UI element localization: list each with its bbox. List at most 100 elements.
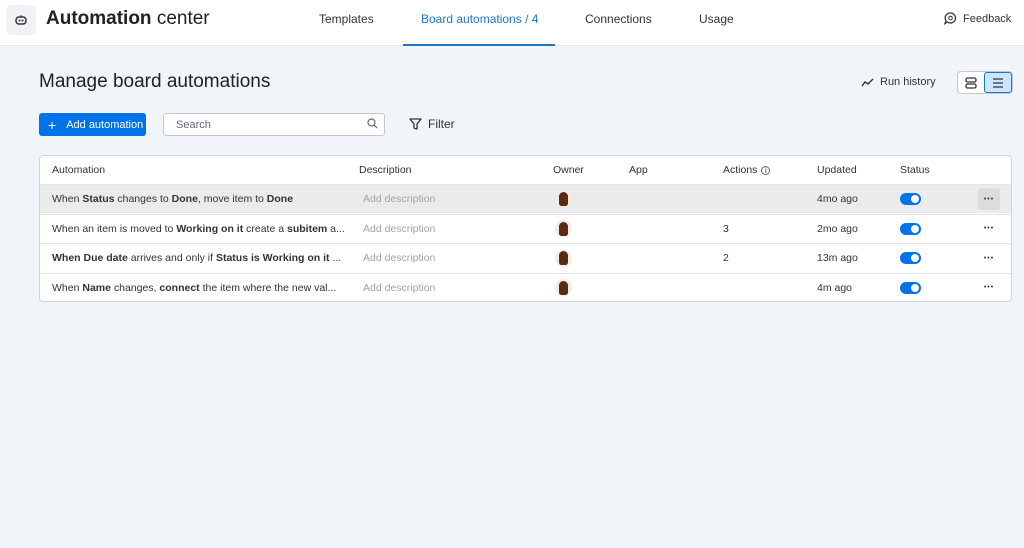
- more-cell: •••: [978, 244, 1000, 272]
- automation-text-segment: When: [52, 193, 83, 205]
- avatar: [555, 220, 572, 237]
- automation-text-segment: a...: [327, 222, 345, 235]
- owner-cell: [555, 274, 572, 302]
- automation-text-segment: Status: [82, 193, 115, 205]
- avatar: [555, 249, 572, 267]
- status-cell: [900, 215, 921, 243]
- more-options-icon[interactable]: •••: [978, 188, 1000, 210]
- top-header: Automation center Templates Board automa…: [0, 0, 1024, 46]
- automation-text-segment: , move item to: [197, 193, 267, 205]
- list-view-button[interactable]: [984, 72, 1012, 93]
- automation-name[interactable]: When an item is moved to Working on it c…: [52, 215, 345, 243]
- automation-text-segment: subitem: [286, 222, 328, 235]
- automation-name[interactable]: When Name changes, connect the item wher…: [52, 274, 336, 302]
- card-view-icon: [965, 76, 977, 89]
- automation-text-segment: When: [52, 252, 84, 264]
- updated-time: 4m ago: [817, 281, 853, 294]
- automation-name[interactable]: When Due date arrives and only if Status…: [52, 244, 341, 272]
- more-cell: •••: [978, 185, 1000, 213]
- column-description: Description: [359, 164, 412, 176]
- add-automation-label: Add automation: [66, 118, 144, 131]
- automation-name[interactable]: When Status changes to Done, move item t…: [52, 185, 293, 213]
- description-field[interactable]: Add description: [363, 215, 435, 243]
- description-field[interactable]: Add description: [363, 244, 435, 272]
- card-view-button[interactable]: [958, 72, 984, 93]
- status-toggle[interactable]: [900, 281, 921, 294]
- status-cell: [900, 244, 921, 272]
- actions-count: 2: [723, 252, 729, 264]
- owner-cell: [555, 185, 572, 213]
- table-row[interactable]: When Due date arrives and only if Status…: [40, 243, 1011, 272]
- table-row[interactable]: When Status changes to Done, move item t…: [40, 184, 1011, 213]
- app-title-rest: center: [151, 8, 210, 29]
- status-toggle[interactable]: [900, 193, 921, 205]
- search-icon[interactable]: [367, 118, 378, 129]
- column-status: Status: [900, 164, 930, 176]
- tab-usage[interactable]: Usage: [699, 12, 734, 26]
- column-actions: Actions i: [723, 156, 771, 184]
- automation-text-segment: changes to: [114, 193, 172, 205]
- automation-text-segment: Done: [171, 193, 198, 205]
- automation-text-segment: Working on it: [176, 222, 244, 235]
- actions-count: 3: [723, 222, 729, 235]
- updated-time: 4mo ago: [817, 193, 858, 205]
- feedback-button[interactable]: Feedback: [944, 12, 1011, 25]
- feedback-icon: [944, 12, 957, 25]
- automation-text-segment: connect: [159, 281, 200, 294]
- owner-cell: [555, 244, 572, 272]
- status-cell: [900, 274, 921, 302]
- automation-text-segment: create a: [243, 222, 287, 235]
- more-options-icon[interactable]: •••: [978, 277, 1000, 299]
- table-row[interactable]: When Name changes, connect the item wher…: [40, 272, 1011, 302]
- view-toggle: [957, 71, 1013, 94]
- more-cell: •••: [978, 215, 1000, 243]
- automation-text-segment: changes,: [110, 281, 160, 294]
- automation-text-segment: the item where the new val...: [199, 281, 337, 294]
- active-tab-indicator: [403, 44, 555, 46]
- avatar: [555, 190, 572, 208]
- more-cell: •••: [978, 274, 1000, 302]
- column-owner: Owner: [553, 164, 584, 176]
- description-field[interactable]: Add description: [363, 274, 435, 302]
- info-icon[interactable]: i: [761, 165, 771, 175]
- automation-text-segment: When: [52, 281, 83, 294]
- column-actions-label: Actions: [723, 164, 758, 176]
- table-row[interactable]: When an item is moved to Working on it c…: [40, 213, 1011, 243]
- owner-cell: [555, 215, 572, 243]
- feedback-label: Feedback: [963, 12, 1012, 25]
- automation-text-segment: Name: [82, 281, 111, 294]
- add-automation-button[interactable]: + Add automation: [39, 113, 146, 136]
- search-input[interactable]: [163, 113, 385, 136]
- page-title: Manage board automations: [39, 71, 271, 92]
- trend-icon: [861, 78, 874, 86]
- more-options-icon[interactable]: •••: [978, 247, 1000, 269]
- run-history-button[interactable]: Run history: [861, 76, 936, 88]
- automation-text-segment: Due date: [83, 252, 128, 264]
- column-updated: Updated: [817, 164, 857, 176]
- filter-label: Filter: [428, 117, 455, 131]
- description-field[interactable]: Add description: [363, 185, 435, 213]
- updated-time: 13m ago: [817, 252, 858, 264]
- automation-text-segment: When an item is moved to: [52, 222, 177, 235]
- list-view-icon: [993, 77, 1003, 88]
- tab-templates[interactable]: Templates: [319, 12, 374, 26]
- automation-text-segment: Working on it: [262, 252, 330, 264]
- status-cell: [900, 185, 921, 213]
- automation-text-segment: Done: [266, 193, 294, 205]
- tab-board-automations[interactable]: Board automations / 4: [421, 12, 538, 26]
- avatar: [555, 279, 572, 296]
- automations-table: Automation Description Owner App Actions…: [39, 155, 1012, 302]
- filter-icon: [409, 118, 422, 130]
- app-title-bold: Automation: [46, 8, 152, 29]
- filter-button[interactable]: Filter: [409, 117, 455, 131]
- tab-connections[interactable]: Connections: [585, 12, 652, 26]
- status-toggle[interactable]: [900, 222, 921, 235]
- updated-time: 2mo ago: [817, 222, 858, 235]
- automation-text-segment: ...: [329, 252, 342, 264]
- column-app: App: [629, 164, 648, 176]
- status-toggle[interactable]: [900, 252, 921, 264]
- automation-text-segment: arrives and only if: [127, 252, 216, 264]
- automation-robot-icon[interactable]: [6, 5, 36, 35]
- app-title: Automation center: [46, 8, 210, 30]
- more-options-icon[interactable]: •••: [978, 218, 1000, 240]
